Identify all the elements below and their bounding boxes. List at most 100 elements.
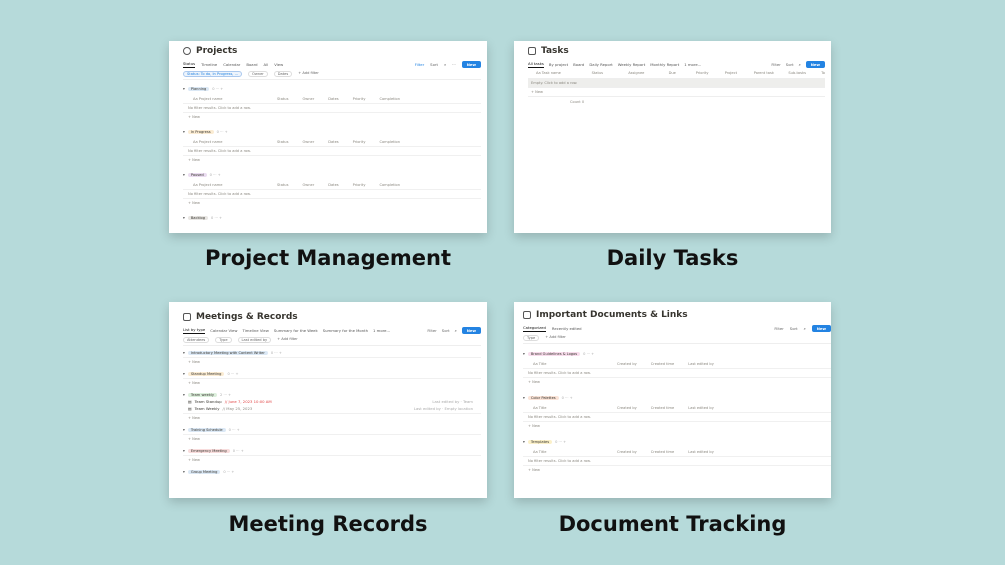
empty-note[interactable]: No filter results. Click to add a row. — [523, 371, 831, 375]
collapse-icon[interactable]: ▾ — [183, 372, 185, 376]
collapse-icon[interactable]: ▾ — [183, 470, 185, 474]
add-row-button[interactable]: + New — [183, 434, 481, 441]
tab-timeline[interactable]: Timeline — [201, 62, 217, 67]
add-row-button[interactable]: + New — [523, 377, 831, 384]
tab-board[interactable]: Board — [246, 62, 257, 67]
calculate-row[interactable]: Count 0 — [528, 97, 825, 104]
tab-board[interactable]: Board — [573, 62, 584, 67]
tab-by-project[interactable]: By project — [549, 62, 568, 67]
group-menu-icon[interactable]: 0 ··· + — [212, 87, 223, 91]
group-menu-icon[interactable]: 0 ··· + — [227, 372, 238, 376]
add-filter-button[interactable]: + Add filter — [298, 71, 319, 77]
tab-status[interactable]: Status — [183, 61, 196, 68]
sort-button[interactable]: Sort — [442, 328, 450, 333]
tab-calendar-view[interactable]: Calendar View — [210, 328, 237, 333]
add-row-button[interactable]: + New — [183, 112, 481, 119]
add-row-button[interactable]: + New — [183, 455, 481, 462]
sort-button[interactable]: Sort — [790, 326, 798, 331]
collapse-icon[interactable]: ▾ — [523, 440, 525, 444]
empty-row[interactable]: Empty. Click to add a row. — [528, 79, 825, 88]
add-filter-button[interactable]: + Add filter — [277, 337, 298, 343]
filter-button[interactable]: Filter — [774, 326, 783, 331]
add-row-button[interactable]: + New — [523, 421, 831, 428]
status-filter-chip[interactable]: Status: To do, In Progress, ... — [183, 71, 243, 77]
tab-all[interactable]: All — [264, 62, 269, 67]
search-icon[interactable]: ⌕ — [799, 62, 801, 67]
item-meta: Last edited by · Empty location — [413, 406, 473, 411]
sort-button[interactable]: Sort — [786, 62, 794, 67]
search-icon[interactable]: ⌕ — [804, 326, 806, 331]
tab-more[interactable]: 1 more... — [373, 328, 390, 333]
tab-daily-report[interactable]: Daily Report — [589, 62, 612, 67]
tab-weekly-report[interactable]: Weekly Report — [618, 62, 646, 67]
search-icon[interactable]: ⌕ — [455, 328, 457, 333]
group-menu-icon[interactable]: 0 ··· + — [555, 440, 566, 444]
filter-button[interactable]: Filter — [427, 328, 436, 333]
empty-note[interactable]: No filter results. Click to add a row. — [523, 415, 831, 419]
group-menu-icon[interactable]: 0 ··· + — [217, 130, 228, 134]
tab-summary-month[interactable]: Summary for the Month — [323, 328, 368, 333]
add-row-button[interactable]: + New — [183, 357, 481, 364]
empty-note[interactable]: No filter results. Click to add a row. — [523, 459, 831, 463]
new-button[interactable]: New — [811, 325, 831, 332]
add-row-button[interactable]: + New — [183, 378, 481, 385]
owner-filter-chip[interactable]: Owner — [248, 71, 268, 77]
group-menu-icon[interactable]: 0 ··· + — [271, 351, 282, 355]
tab-all-tasks[interactable]: All tasks — [528, 61, 544, 68]
new-button[interactable]: New — [805, 61, 825, 68]
empty-note[interactable]: No filter results. Click to add a row. — [183, 149, 481, 153]
add-row-button[interactable]: + New — [183, 198, 481, 205]
new-button[interactable]: New — [461, 327, 481, 334]
collapse-icon[interactable]: ▾ — [183, 173, 185, 177]
new-button[interactable]: New — [461, 61, 481, 68]
group-menu-icon[interactable]: 0 ··· + — [210, 173, 221, 177]
add-row-button[interactable]: + New — [183, 155, 481, 162]
last-edited-filter-chip[interactable]: Last edited by — [237, 337, 272, 343]
tab-view[interactable]: View — [274, 62, 283, 67]
group-menu-icon[interactable]: 0 ··· + — [211, 216, 222, 220]
group-menu-icon[interactable]: 0 ··· + — [583, 352, 594, 356]
group-menu-icon[interactable]: 0 ··· + — [229, 428, 240, 432]
collapse-icon[interactable]: ▾ — [183, 87, 185, 91]
tab-calendar[interactable]: Calendar — [223, 62, 240, 67]
collapse-icon[interactable]: ▾ — [183, 428, 185, 432]
list-item[interactable]: ▤ Team Weekly // May 25, 2023 Last edite… — [183, 404, 481, 411]
column-header-row: Aa Project name Status Owner Dates Prior… — [183, 95, 481, 104]
dates-filter-chip[interactable]: Dates — [273, 71, 293, 77]
add-row-button[interactable]: + New — [528, 88, 825, 97]
tab-recently-edited[interactable]: Recently edited — [552, 326, 582, 331]
tab-timeline-view[interactable]: Timeline View — [243, 328, 269, 333]
collapse-icon[interactable]: ▾ — [523, 352, 525, 356]
empty-note[interactable]: No filter results. Click to add a row. — [183, 192, 481, 196]
tab-categorized[interactable]: Categorized — [523, 325, 546, 332]
group-menu-icon[interactable]: 2 ··· + — [220, 393, 231, 397]
group-menu-icon[interactable]: 0 ··· + — [233, 449, 244, 453]
more-icon[interactable]: ··· — [452, 62, 456, 67]
group-menu-icon[interactable]: 0 ··· + — [223, 470, 234, 474]
filter-button[interactable]: Filter — [771, 62, 780, 67]
collapse-icon[interactable]: ▾ — [183, 216, 185, 220]
collapse-icon[interactable]: ▾ — [183, 449, 185, 453]
type-filter-chip[interactable]: Type — [215, 337, 232, 343]
add-filter-button[interactable]: + Add filter — [545, 335, 566, 341]
projects-title-row: Projects — [183, 46, 481, 56]
collapse-icon[interactable]: ▾ — [183, 130, 185, 134]
tab-summary-week[interactable]: Summary for the Week — [274, 328, 318, 333]
search-icon[interactable]: ⌕ — [444, 62, 446, 67]
tab-list-by-type[interactable]: List by type — [183, 327, 206, 334]
empty-note[interactable]: No filter results. Click to add a row. — [183, 106, 481, 110]
collapse-icon[interactable]: ▾ — [523, 396, 525, 400]
filter-button[interactable]: Filter — [415, 62, 424, 67]
group-menu-icon[interactable]: 0 ··· + — [562, 396, 573, 400]
add-row-button[interactable]: + New — [523, 465, 831, 472]
collapse-icon[interactable]: ▾ — [183, 351, 185, 355]
page-title: Tasks — [541, 46, 569, 56]
type-filter-chip[interactable]: Type — [523, 335, 540, 341]
tab-more[interactable]: 1 more... — [684, 62, 701, 67]
sort-button[interactable]: Sort — [430, 62, 438, 67]
collapse-icon[interactable]: ▾ — [183, 393, 185, 397]
tab-monthly-report[interactable]: Monthly Report — [650, 62, 679, 67]
attendees-filter-chip[interactable]: Attendees — [183, 337, 210, 343]
list-item[interactable]: ▤ Team Standup // June 7, 2023 10:00 AM … — [183, 397, 481, 404]
add-row-button[interactable]: + New — [183, 413, 481, 420]
